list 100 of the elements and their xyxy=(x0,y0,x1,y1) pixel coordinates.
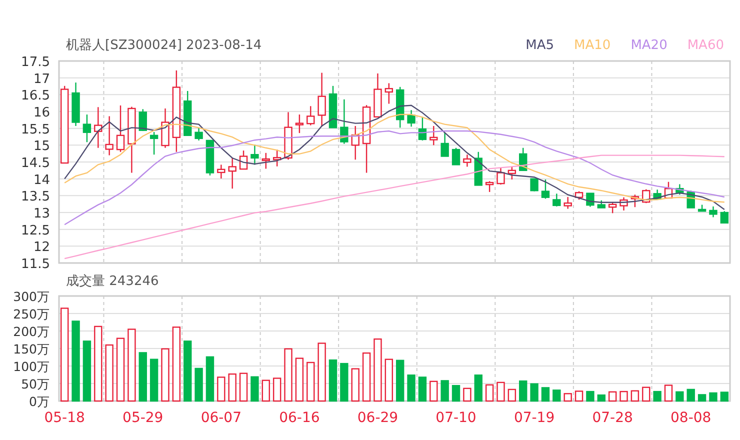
volume-bar xyxy=(541,387,550,402)
axis-label: 12 xyxy=(33,240,50,256)
candlestick xyxy=(698,204,706,212)
candlestick xyxy=(295,114,304,134)
volume-bar xyxy=(608,391,617,402)
axis-label: 15.5 xyxy=(21,122,50,138)
volume-bar xyxy=(228,373,236,402)
volume-bar xyxy=(474,374,482,402)
candlestick xyxy=(552,194,561,206)
volume-bar xyxy=(116,338,125,402)
candlestick xyxy=(206,140,214,176)
candlestick xyxy=(642,189,650,204)
volume-bar xyxy=(351,368,360,402)
volume-bar xyxy=(206,356,214,402)
candlestick xyxy=(485,181,494,192)
volume-bar xyxy=(530,383,538,402)
volume-bar xyxy=(463,388,472,402)
candlestick xyxy=(284,112,292,160)
candlestick xyxy=(184,90,192,136)
candlestick xyxy=(407,110,416,127)
candlestick xyxy=(709,206,718,218)
volume-bar xyxy=(430,380,438,402)
candlestick xyxy=(463,154,472,167)
axis-label: 06-16 xyxy=(279,410,320,426)
volume-bar xyxy=(374,338,382,402)
candlestick xyxy=(217,164,226,178)
volume-bar xyxy=(552,390,561,402)
axis-label: 12.5 xyxy=(21,223,50,238)
candlestick xyxy=(653,190,662,200)
axis-label: 06-07 xyxy=(200,410,242,426)
candlestick xyxy=(508,166,516,180)
axis-label: 17 xyxy=(33,72,50,87)
candlestick xyxy=(597,200,606,208)
volume-bar xyxy=(496,382,505,402)
candlestick xyxy=(530,178,538,192)
volume-bar xyxy=(630,390,640,402)
candlestick xyxy=(374,73,382,118)
candlestick xyxy=(138,109,147,132)
volume-bar xyxy=(452,385,460,402)
axis-label: 14.5 xyxy=(21,156,50,171)
axis-label: 13 xyxy=(33,206,50,222)
volume-bar xyxy=(272,378,282,402)
candlestick xyxy=(720,211,728,224)
axis-label: 14 xyxy=(33,172,50,188)
volume-bar xyxy=(284,348,292,402)
volume-bar xyxy=(407,374,416,402)
volume-bar xyxy=(384,358,394,402)
axis-label: 13.5 xyxy=(21,190,50,205)
candlestick xyxy=(496,168,505,185)
axis-label: 150万 xyxy=(13,342,50,356)
axis-label: 05-29 xyxy=(122,410,164,426)
volume-bar xyxy=(194,368,203,402)
candlestick xyxy=(362,105,371,173)
candlestick xyxy=(340,99,348,144)
volume-bar xyxy=(698,394,706,402)
candlestick xyxy=(194,128,203,140)
volume-bar xyxy=(306,362,315,402)
volume-bar xyxy=(574,390,584,402)
candlestick xyxy=(351,126,360,160)
legend-item[interactable]: MA10 xyxy=(574,38,611,52)
volume-bar xyxy=(217,376,226,402)
volume-bar xyxy=(161,348,170,402)
candlestick xyxy=(94,107,102,148)
volume-bar xyxy=(328,359,338,402)
axis-label: 05-18 xyxy=(44,410,85,426)
candlestick xyxy=(564,197,572,209)
volume-bar xyxy=(239,372,248,402)
volume-bar xyxy=(653,390,662,402)
candlestick xyxy=(318,72,326,127)
candlestick xyxy=(150,132,158,155)
volume-bar xyxy=(485,384,494,402)
legend-item[interactable]: MA60 xyxy=(687,38,724,52)
axis-label: 0万 xyxy=(29,394,50,409)
volume-bar xyxy=(362,352,371,402)
volume-bar xyxy=(664,384,673,402)
volume-bar xyxy=(709,392,718,402)
candlestick xyxy=(452,148,460,166)
axis-label: 250万 xyxy=(13,306,50,322)
volume-bar xyxy=(642,386,650,402)
legend-item[interactable]: MA20 xyxy=(630,38,668,52)
candlestick xyxy=(519,148,528,172)
axis-label: 07-19 xyxy=(514,410,555,426)
candlestick xyxy=(418,117,427,140)
legend-item[interactable]: MA5 xyxy=(526,38,554,52)
volume-bar xyxy=(105,344,114,402)
volume-bar xyxy=(418,376,427,402)
candlestick xyxy=(128,106,136,173)
candlestick xyxy=(228,158,236,189)
volume-bar xyxy=(396,360,404,402)
candlestick xyxy=(72,82,80,126)
volume-bar xyxy=(508,388,516,402)
candlestick xyxy=(239,150,248,170)
axis-label: 08-08 xyxy=(670,410,712,426)
axis-label: 200万 xyxy=(13,324,50,339)
volume-bar xyxy=(340,362,348,402)
candlestick xyxy=(272,150,282,166)
candlestick xyxy=(328,86,338,128)
volume-bar xyxy=(138,352,147,402)
candlestick xyxy=(105,116,114,156)
axis-label: 300万 xyxy=(13,291,50,304)
